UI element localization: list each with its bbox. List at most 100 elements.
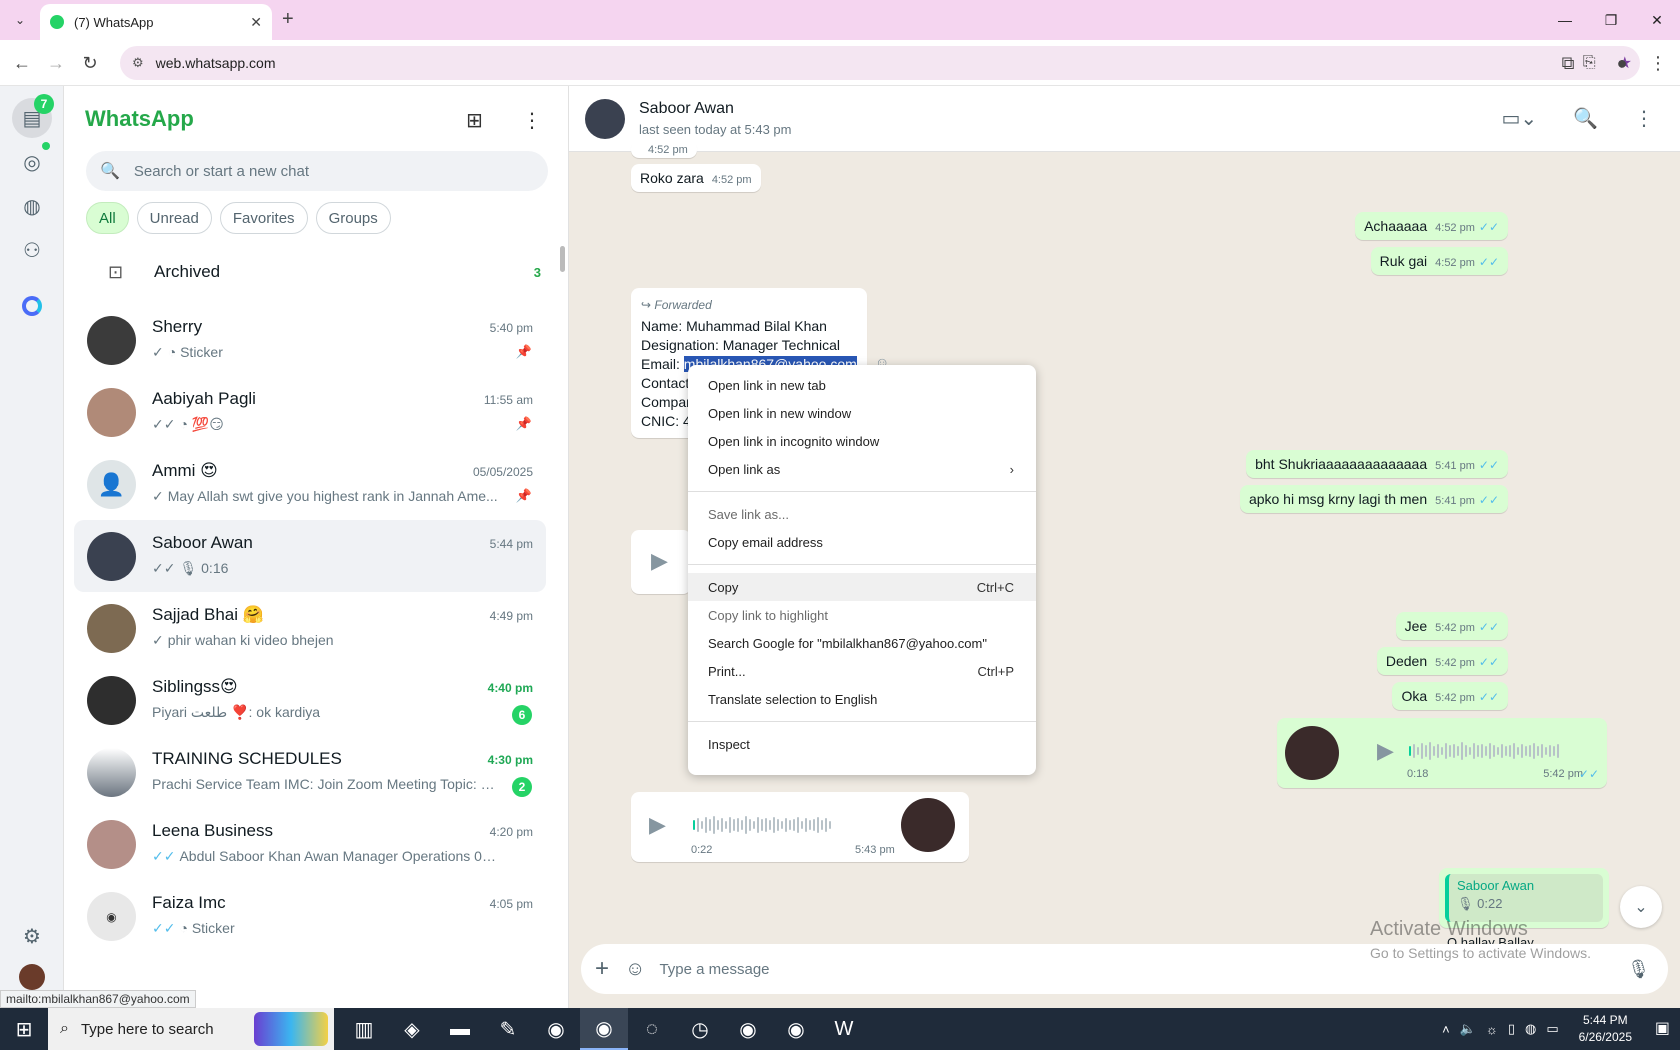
menu-search-google[interactable]: Search Google for "mbilalkhan867@yahoo.c… [688,629,1036,657]
message-in[interactable]: Roko zara 4:52 pm [631,164,761,192]
message-in[interactable]: 4:52 pm [631,140,697,158]
chat-row-sherry[interactable]: Sherry 5:40 pm ✓ ◔ Sticker 📌 [74,304,546,376]
browser-menu-icon[interactable]: ⋮ [1646,51,1670,75]
extensions-icon[interactable]: ⧉ [1556,51,1580,75]
voice-message-in[interactable]: ▶ 0:22 5:43 pm [631,792,969,862]
menu-open-new-window[interactable]: Open link in new window [688,399,1036,427]
chrome-profile-icon[interactable]: ◉ [724,1008,772,1050]
communities-icon[interactable]: ⚇ [18,236,46,264]
message-out[interactable]: Ruk gai 4:52 pm ✓✓ [1370,247,1508,275]
menu-inspect[interactable]: Inspect [688,730,1036,758]
menu-copy-link-highlight[interactable]: Copy link to highlight [688,601,1036,629]
chrome-icon[interactable]: ◉ [532,1008,580,1050]
scroll-to-bottom-icon[interactable]: ⌄ [1620,886,1662,928]
close-tab-icon[interactable]: ✕ [250,14,262,31]
app-pin-icon[interactable]: ✎ [484,1008,532,1050]
system-clock[interactable]: 5:44 PM 6/26/2025 [1579,1012,1632,1046]
filter-unread[interactable]: Unread [136,202,212,234]
chrome-active-icon[interactable]: ◉ [580,1008,628,1050]
minimize-icon[interactable]: — [1542,0,1588,40]
menu-copy[interactable]: Copy Ctrl+C [688,573,1036,601]
menu-icon[interactable]: ⋮ [522,108,542,133]
notification-icon[interactable]: ▣ [1655,1018,1670,1038]
contact-avatar[interactable] [585,99,625,139]
restore-icon[interactable]: ❐ [1588,0,1634,40]
voice-message-out[interactable]: ▶ 0:18 5:42 pm ✓✓ [1277,718,1607,788]
reload-icon[interactable]: ↻ [78,51,102,75]
taskbar-search[interactable]: ⌕ Type here to search [48,1008,334,1050]
chat-row-faiza[interactable]: ◉ Faiza Imc 4:05 pm ✓✓ ◔ Sticker [74,880,546,952]
site-info-icon[interactable]: ⚙ [132,55,144,71]
task-view-icon[interactable]: ▥ [340,1008,388,1050]
message-out[interactable]: Achaaaaa 4:52 pm ✓✓ [1355,212,1508,240]
play-icon[interactable]: ▶ [1377,738,1394,764]
file-explorer-icon[interactable]: ▬ [436,1008,484,1050]
channels-icon[interactable]: ◍ [18,192,46,220]
message-out[interactable]: apko hi msg krny lagi th men 5:41 pm ✓✓ [1239,485,1508,513]
volume-icon[interactable]: 🔈 [1460,1021,1476,1037]
chat-search-box[interactable]: 🔍 [86,151,548,191]
chat-row-saboor[interactable]: Saboor Awan 5:44 pm ✓✓ 🎙 0:16 [74,520,546,592]
play-icon[interactable]: ▶ [649,812,666,838]
filter-all[interactable]: All [86,202,129,234]
brightness-icon[interactable]: ☼ [1486,1022,1498,1037]
chat-row-aabiyah[interactable]: Aabiyah Pagli 11:55 am ✓✓ ◔ 💯😏 📌 [74,376,546,448]
back-icon[interactable]: ← [10,51,34,75]
my-profile-avatar[interactable] [19,964,45,990]
menu-open-link-as[interactable]: Open link as › [688,455,1036,483]
settings-icon[interactable]: ⚙ [18,922,46,950]
menu-save-link-as[interactable]: Save link as... [688,500,1036,528]
chat-row-ammi[interactable]: 👤 Ammi 😍 05/05/2025 ✓ May Allah swt give … [74,448,546,520]
chat-list-scrollbar[interactable] [560,246,565,272]
close-window-icon[interactable]: ✕ [1634,0,1680,40]
play-icon[interactable]: ▶ [651,548,668,574]
browser-tab-whatsapp[interactable]: (7) WhatsApp ✕ [40,4,272,40]
whatsapp-icon[interactable]: ◌ [628,1008,676,1050]
message-input[interactable] [659,960,1560,978]
battery-icon[interactable]: ▯ [1508,1021,1515,1037]
video-call-icon[interactable]: ▭⌄ [1501,106,1537,131]
menu-open-incognito[interactable]: Open link in incognito window [688,427,1036,455]
archived-row[interactable]: ⊡ Archived 3 [64,242,568,302]
menu-copy-email[interactable]: Copy email address [688,528,1036,556]
tab-search-dropdown-icon[interactable]: ⌄ [8,8,32,32]
message-out[interactable]: bht Shukriaaaaaaaaaaaaaa 5:41 pm ✓✓ [1246,450,1508,478]
install-app-icon[interactable]: ⎘ [1583,54,1596,72]
new-chat-icon[interactable]: ⊞ [466,108,483,133]
chat-row-sajjad[interactable]: Sajjad Bhai 🤗 4:49 pm ✓ phir wahan ki vid… [74,592,546,664]
message-out[interactable]: Deden 5:42 pm ✓✓ [1376,647,1508,675]
sticker-emoji-icon[interactable]: ☺ [625,958,645,981]
new-tab-icon[interactable]: + [282,8,294,31]
windows-start-icon[interactable]: ⊞ [0,1008,48,1050]
clock-app-icon[interactable]: ◷ [676,1008,724,1050]
menu-translate[interactable]: Translate selection to English [688,685,1036,713]
status-icon[interactable]: ◎ [18,148,46,176]
search-input[interactable] [133,162,534,180]
word-icon[interactable]: W [820,1008,868,1050]
attach-plus-icon[interactable]: + [595,955,609,983]
meta-ai-icon[interactable] [18,292,46,320]
message-out[interactable]: Oka 5:42 pm ✓✓ [1392,682,1508,710]
chat-row-training[interactable]: TRAINING SCHEDULES 4:30 pm Prachi Servic… [74,736,546,808]
menu-print[interactable]: Print... Ctrl+P [688,657,1036,685]
voice-message-partial[interactable]: ▶ [631,530,691,594]
forward-icon[interactable]: → [44,51,68,75]
address-bar[interactable]: ⚙ web.whatsapp.com ⎘ ★ [120,46,1640,80]
waveform[interactable] [693,816,831,834]
menu-open-new-tab[interactable]: Open link in new tab [688,371,1036,399]
conversation-header[interactable]: Saboor Awan last seen today at 5:43 pm ▭… [569,86,1680,152]
chevron-up-icon[interactable]: ˄ [1442,1022,1450,1037]
filter-favorites[interactable]: Favorites [219,202,308,234]
display-icon[interactable]: ▭ [1546,1021,1558,1037]
voice-record-icon[interactable]: 🎙 [1627,959,1650,980]
message-out[interactable]: Jee 5:42 pm ✓✓ [1395,612,1508,640]
copilot-icon[interactable]: ◈ [388,1008,436,1050]
waveform[interactable] [1409,742,1559,760]
search-icon[interactable]: 🔍 [1573,106,1598,131]
profile-icon[interactable]: ● [1610,51,1634,75]
filter-groups[interactable]: Groups [315,202,391,234]
chat-row-siblingss[interactable]: Siblingss😍 4:40 pm Piyari طلعت ❣️: ok ka… [74,664,546,736]
network-icon[interactable]: ◍ [1525,1021,1536,1037]
chrome-profile-2-icon[interactable]: ◉ [772,1008,820,1050]
chat-menu-icon[interactable]: ⋮ [1634,106,1654,131]
